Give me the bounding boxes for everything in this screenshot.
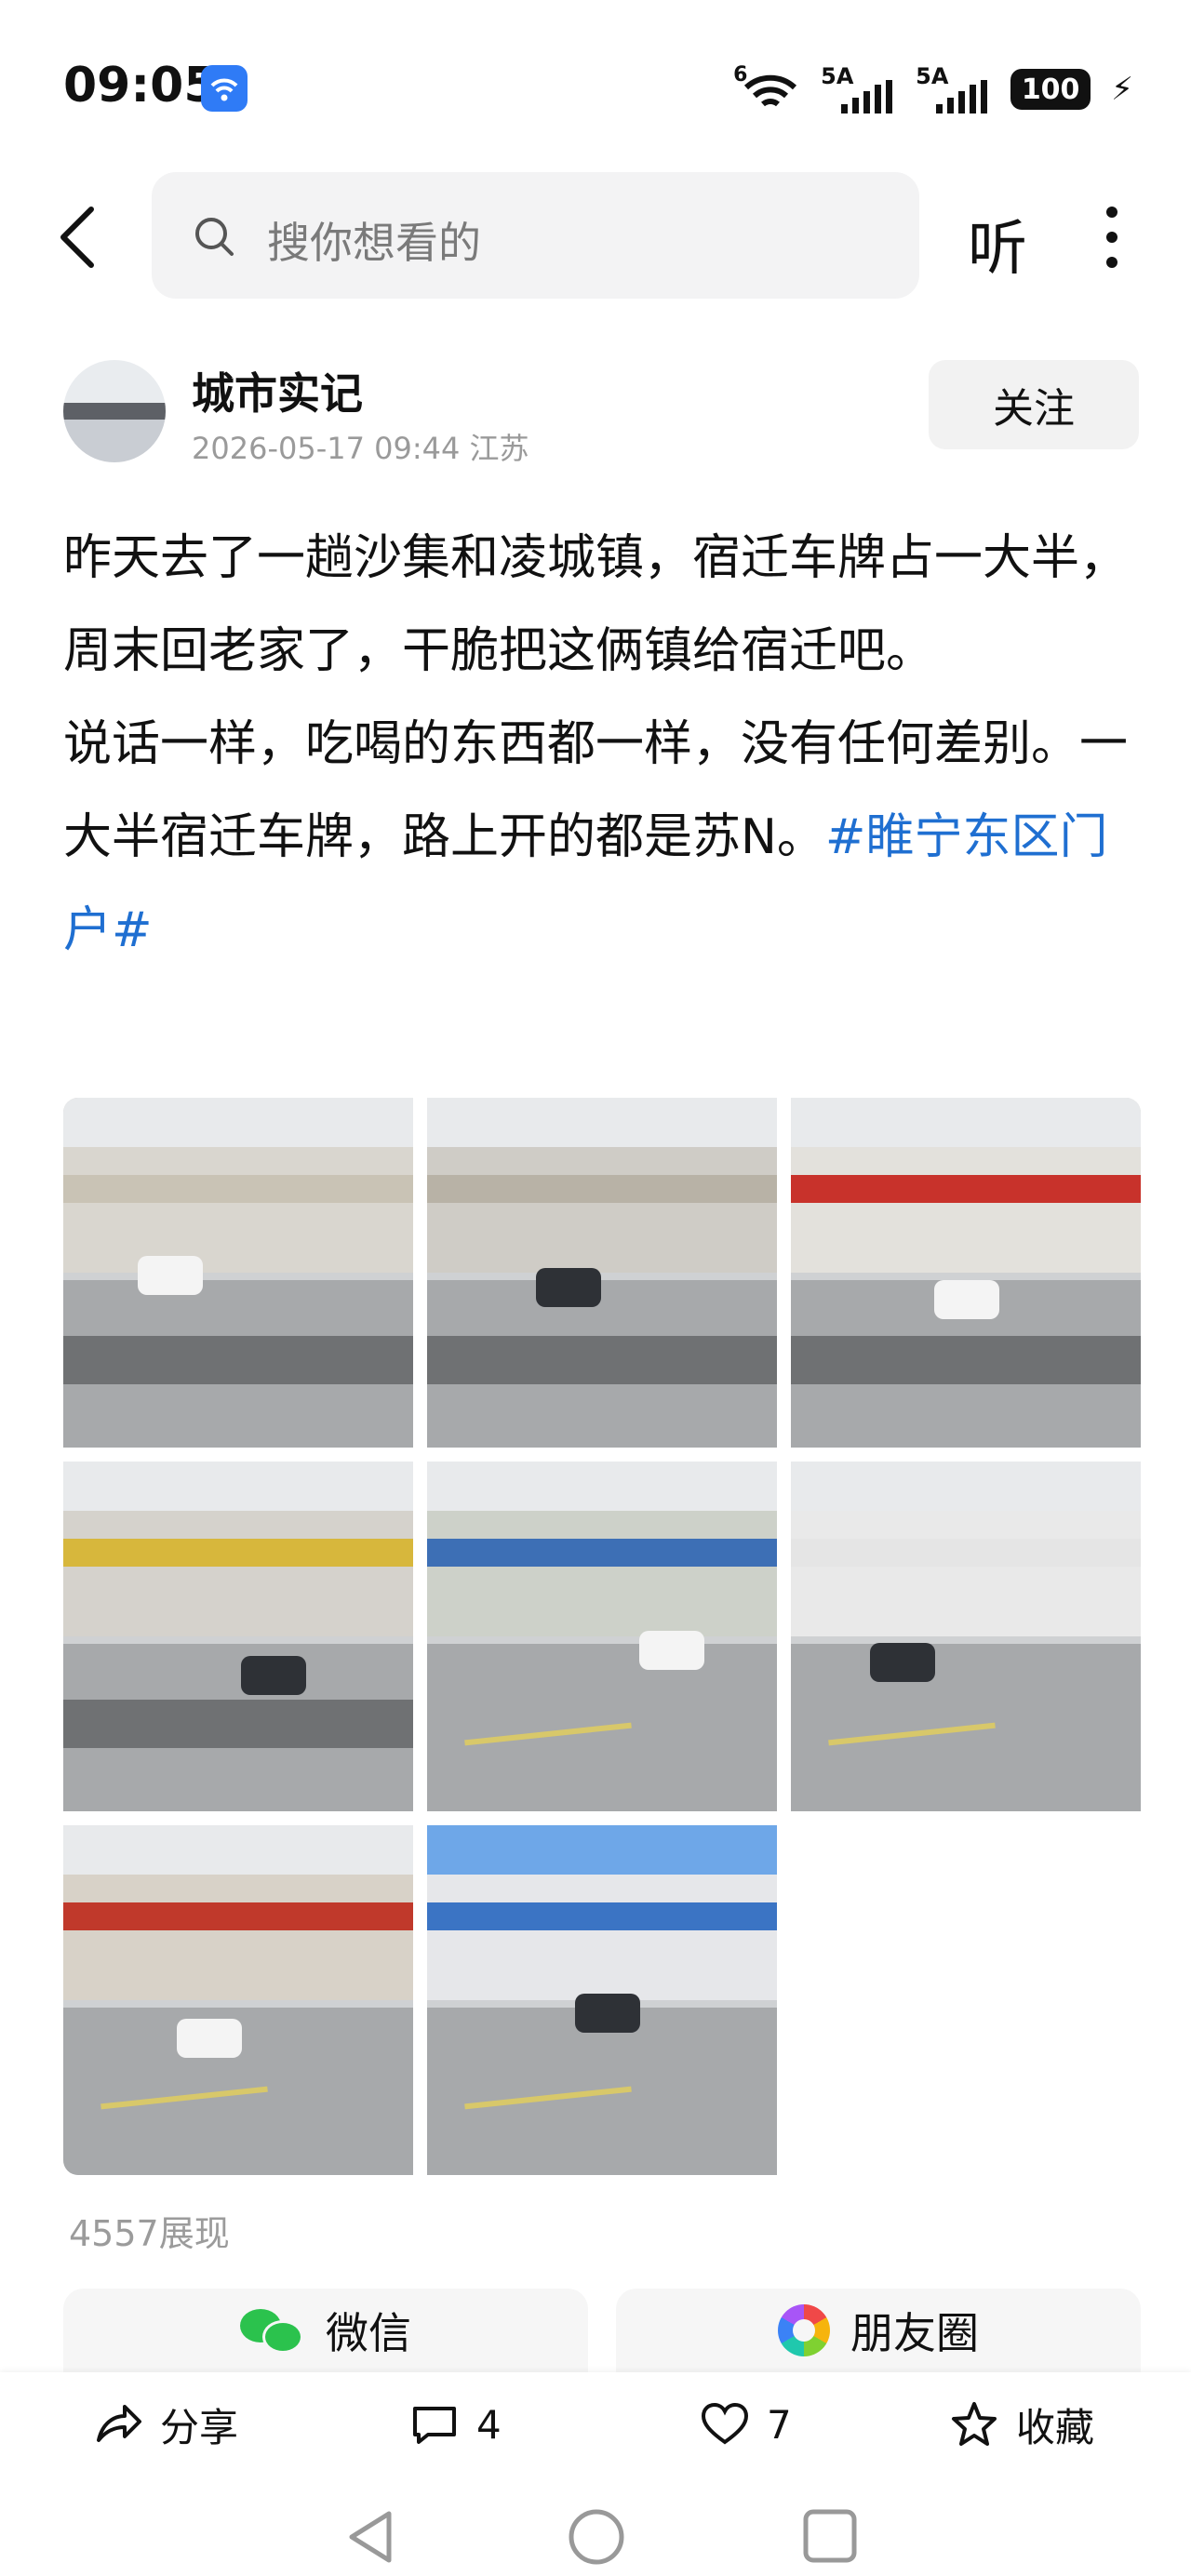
- back-arrow-icon: [60, 207, 94, 268]
- post-photo[interactable]: [427, 1825, 777, 2175]
- status-bar: 09:05 6 5A 5A 100 ⚡: [0, 0, 1191, 167]
- like-button[interactable]: 7: [700, 2395, 792, 2454]
- status-time: 09:05: [63, 58, 218, 113]
- post-body: 昨天去了一趟沙集和凌城镇，宿迁车牌占一大半，周末回老家了，干脆把这俩镇给宿迁吧。…: [63, 512, 1133, 977]
- avatar[interactable]: [63, 360, 166, 462]
- share-label: 分享: [160, 2404, 239, 2450]
- battery-indicator: 100: [1010, 69, 1091, 110]
- signal-2-icon: 5A: [916, 63, 990, 115]
- share-moments-button[interactable]: 朋友圈: [616, 2289, 1141, 2372]
- post-photo[interactable]: [791, 1462, 1141, 1811]
- author-row: 城市实记 2026-05-17 09:44 江苏 关注: [0, 349, 1191, 470]
- post-photo[interactable]: [791, 1098, 1141, 1448]
- post-photo[interactable]: [63, 1825, 413, 2175]
- post-photo[interactable]: [63, 1462, 413, 1811]
- nav-home-icon[interactable]: [568, 2508, 625, 2566]
- favorite-button[interactable]: 收藏: [949, 2395, 1094, 2454]
- comment-count: 4: [476, 2401, 502, 2448]
- photo-grid: [63, 1098, 1141, 2179]
- share-wechat-button[interactable]: 微信: [63, 2289, 588, 2372]
- moments-icon: [778, 2304, 830, 2356]
- wechat-icon: [240, 2305, 305, 2356]
- view-count: 4557展现: [69, 2213, 230, 2254]
- favorite-label: 收藏: [1016, 2404, 1095, 2450]
- nav-back-icon[interactable]: [344, 2508, 396, 2566]
- share-targets: 微信 朋友圈: [63, 2289, 1141, 2372]
- more-menu-button[interactable]: [1098, 205, 1126, 270]
- action-bar: 分享 4 7 收藏: [0, 2372, 1191, 2484]
- star-icon: [952, 2402, 997, 2446]
- post-paragraph-2: 说话一样，吃喝的东西都一样，没有任何差别。一大半宿迁车牌，路上开的都是苏N。#睢…: [63, 698, 1133, 977]
- wifi-hotspot-icon: [201, 65, 248, 112]
- top-bar: 搜你想看的 听: [0, 167, 1191, 299]
- post-paragraph-1: 昨天去了一趟沙集和凌城镇，宿迁车牌占一大半，周末回老家了，干脆把这俩镇给宿迁吧。: [63, 530, 1129, 679]
- search-placeholder: 搜你想看的: [267, 218, 481, 268]
- heart-icon: [701, 2402, 749, 2445]
- nav-recents-icon[interactable]: [802, 2508, 858, 2564]
- follow-button[interactable]: 关注: [929, 360, 1139, 449]
- share-wechat-label: 微信: [326, 2308, 411, 2358]
- share-moments-label: 朋友圈: [850, 2308, 979, 2358]
- share-arrow-icon: [97, 2405, 141, 2442]
- comment-icon: [413, 2407, 456, 2444]
- back-button[interactable]: [54, 205, 110, 270]
- post-photo[interactable]: [427, 1462, 777, 1811]
- post-photo[interactable]: [63, 1098, 413, 1448]
- charging-icon: ⚡: [1111, 71, 1133, 108]
- post-photo[interactable]: [427, 1098, 777, 1448]
- post-meta: 2026-05-17 09:44 江苏: [192, 431, 529, 466]
- more-vertical-icon: [1106, 207, 1117, 268]
- search-input[interactable]: 搜你想看的: [152, 172, 919, 299]
- comment-button[interactable]: 4: [409, 2395, 502, 2454]
- system-nav-bar: [0, 2484, 1191, 2576]
- search-icon: [195, 218, 234, 256]
- author-name[interactable]: 城市实记: [192, 360, 363, 421]
- signal-1-icon: 5A: [821, 63, 895, 115]
- like-count: 7: [767, 2401, 792, 2448]
- share-button[interactable]: 分享: [93, 2395, 238, 2454]
- wifi-icon: 6: [733, 63, 800, 115]
- listen-button[interactable]: 听: [968, 201, 1027, 287]
